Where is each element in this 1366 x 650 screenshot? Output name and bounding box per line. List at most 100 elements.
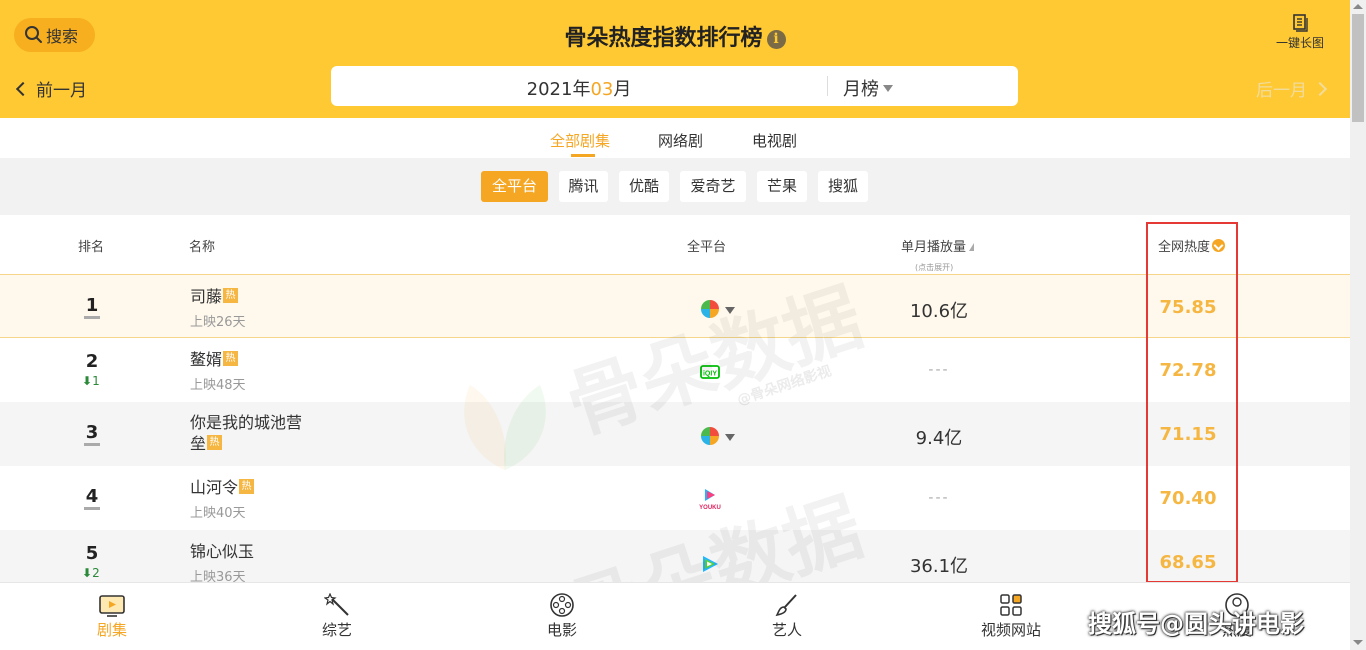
series-title: 山河令 [190,478,239,497]
monthly-plays: 36.1亿 [909,556,969,577]
col-plays-hint: (点击展开) [915,263,954,272]
tab-tv-series[interactable]: 电视剧 [752,130,797,151]
monthly-plays: --- [928,362,950,378]
nav-movie-label: 电影 [546,621,577,639]
date-month: 03 [590,79,614,100]
next-month-button[interactable]: 后一月 [1256,76,1328,101]
page-title: 骨朵热度指数排行榜 [564,26,763,51]
nav-movie[interactable]: 电影 [517,593,607,640]
chevron-left-icon [15,81,31,96]
arrow-down-icon: ⬇ [82,566,93,580]
iqiyi-icon: iQIY [700,365,720,379]
tab-all-series[interactable]: 全部剧集 [550,130,610,151]
prev-month-button[interactable]: 前一月 [15,76,87,101]
col-heat-label: 全网热度 [1158,240,1211,255]
platform-mango[interactable]: 芒果 [757,171,807,202]
nav-series-label: 剧集 [96,621,127,639]
col-plays[interactable]: 单月播放量 [901,236,975,255]
long-image-label: 一键长图 [1275,36,1324,50]
series-title: 鳌婿 [190,350,223,369]
rank-number: 1 [85,295,99,316]
tv-icon [99,595,125,617]
rank-bar [84,316,100,319]
platform-tabs: 全平台 腾讯 优酷 爱奇艺 芒果 搜狐 [0,158,1350,215]
info-icon[interactable]: i [766,30,786,49]
table-row[interactable]: 3 你是我的城池营垒热 9.4亿 71.15 [0,402,1350,466]
platform-sohu[interactable]: 搜狐 [818,171,868,202]
rank-type-dropdown[interactable]: 月榜 [843,75,893,101]
chevron-right-icon [1312,81,1328,96]
col-name: 名称 [189,240,216,255]
date-selector[interactable]: 2021年03月 月榜 [331,66,1018,106]
platform-iqiyi[interactable]: 爱奇艺 [680,171,746,202]
rank-number: 4 [85,486,99,507]
table-row[interactable]: 4 山河令热 上映40天 YOUKU --- 70.40 [0,466,1350,530]
platform-youku[interactable]: 优酷 [619,171,669,202]
nav-artist[interactable]: 艺人 [742,593,832,640]
rank-bar [84,507,100,510]
platform-tencent[interactable]: 腾讯 [559,171,608,202]
table-row[interactable]: 1 司藤热 上映26天 10.6亿 75.85 [0,274,1350,338]
category-tabs: 全部剧集 网络剧 电视剧 [0,118,1350,158]
table-header: 排名 名称 全平台 单月播放量 (点击展开) 全网热度 [0,215,1350,274]
col-rank: 排名 [78,240,105,255]
scrollbar-thumb[interactable] [1352,14,1364,122]
svg-text:YOUKU: YOUKU [699,505,721,511]
rank-change-value: 2 [92,566,100,580]
tab-web-series[interactable]: 网络剧 [658,130,703,151]
app-root: 搜索 骨朵热度指数排行榜 i 一键长图 前一月 2021年03月 月榜 后一月 … [0,0,1366,650]
tencent-video-icon [703,556,718,572]
hot-badge: 热 [223,288,239,303]
heat-value: 72.78 [1159,360,1217,381]
long-image-button[interactable]: 一键长图 [1268,14,1332,51]
monthly-plays: 10.6亿 [909,301,969,322]
col-platform: 全平台 [687,240,727,255]
heat-value: 75.85 [1159,297,1217,318]
rank-bar [84,443,100,446]
rank-change: ⬇1 [82,374,106,388]
series-name[interactable]: 司藤热 [190,286,239,307]
rank-number: 2 [85,351,99,372]
date-year: 2021年 [526,79,591,100]
series-name[interactable]: 鳌婿热 [190,349,239,370]
series-title: 锦心似玉 [190,542,255,561]
rank-change: ⬇2 [82,566,106,580]
divider [827,76,828,96]
platform-dropdown-icon[interactable] [725,307,735,314]
platform-all[interactable]: 全平台 [481,171,548,202]
platform-dropdown-icon[interactable] [725,434,735,441]
col-plays-label: 单月播放量 [901,240,967,255]
release-days: 上映26天 [190,315,246,330]
nav-video-sites-label: 视频网站 [980,621,1041,639]
heat-value: 68.65 [1159,552,1217,573]
arrow-down-icon: ⬇ [82,374,93,388]
hot-badge: 热 [207,435,223,450]
nav-variety-label: 综艺 [321,621,352,639]
date-display[interactable]: 2021年03月 [331,75,827,101]
date-month-suffix: 月 [613,79,632,100]
col-heat[interactable]: 全网热度 [1158,236,1226,255]
paintbrush-icon [775,594,797,617]
caret-down-icon [883,85,893,92]
table-row[interactable]: 2 ⬇1 鳌婿热 上映48天 iQIY --- 72.78 [0,338,1350,402]
multi-platform-icon [701,427,719,445]
series-name[interactable]: 山河令热 [190,477,255,498]
rank-number: 3 [85,422,99,443]
hot-badge: 热 [223,351,239,366]
scroll-down-icon[interactable] [1353,640,1363,645]
grid-apps-icon [1000,594,1022,616]
monthly-plays: 9.4亿 [915,428,963,449]
series-name[interactable]: 你是我的城池营垒热 [190,412,302,454]
series-title: 司藤 [190,287,223,306]
monthly-plays: --- [928,490,950,506]
youku-icon: YOUKU [699,489,721,511]
magic-wand-icon [324,593,349,616]
next-month-label: 后一月 [1256,81,1307,101]
sort-icon [969,243,975,251]
nav-variety[interactable]: 综艺 [292,593,382,640]
nav-series[interactable]: 剧集 [67,593,157,640]
series-name[interactable]: 锦心似玉 [190,541,254,562]
scroll-up-icon[interactable] [1353,4,1363,9]
nav-video-sites[interactable]: 视频网站 [966,593,1056,640]
hot-badge: 热 [239,479,255,494]
